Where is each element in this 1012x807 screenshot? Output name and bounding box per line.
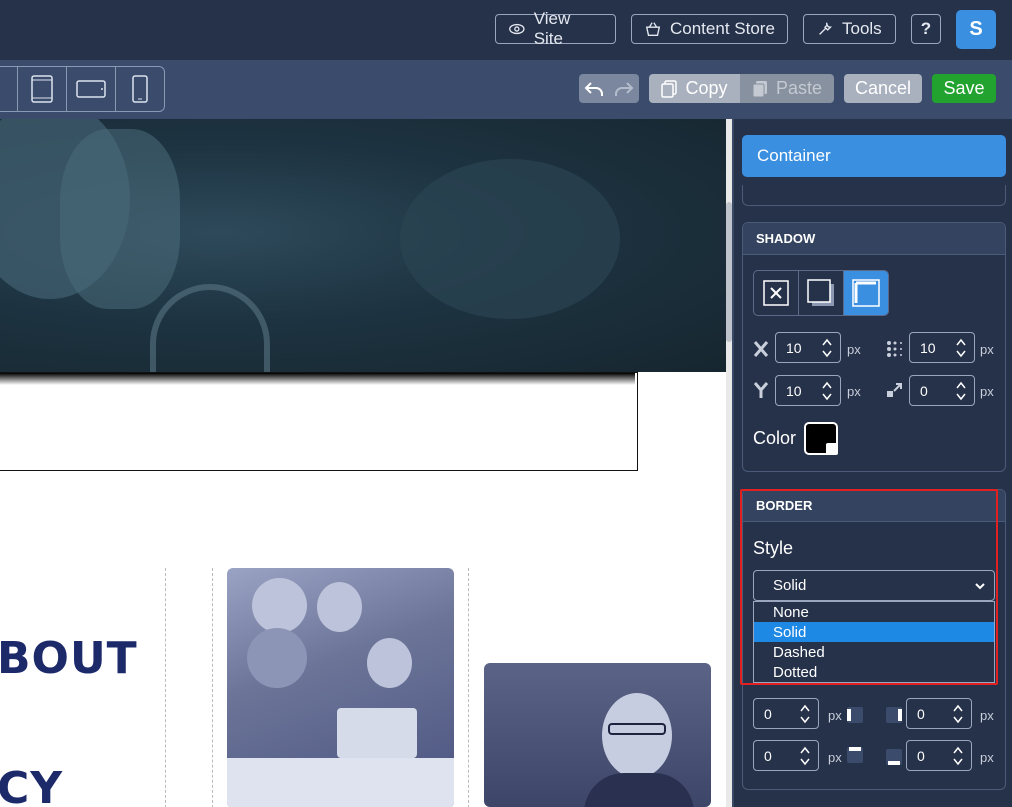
cancel-button[interactable]: Cancel	[844, 74, 922, 103]
undo-redo-group	[579, 74, 639, 103]
tablet-landscape-icon	[76, 80, 106, 98]
paste-button[interactable]: Paste	[740, 74, 834, 103]
copy-button[interactable]: Copy	[649, 74, 740, 103]
border-right-value: 0	[917, 705, 925, 722]
outer-shadow-icon	[807, 279, 834, 306]
section-heading-1[interactable]: BOUT	[0, 633, 138, 684]
team-photo[interactable]	[227, 568, 454, 807]
border-right-icon	[886, 707, 902, 723]
save-label: Save	[943, 78, 985, 98]
device-tablet-landscape[interactable]	[67, 67, 117, 111]
border-left-unit: px	[828, 708, 842, 723]
phone-icon	[132, 75, 148, 103]
caret-icon	[826, 443, 838, 455]
border-bottom-unit: px	[980, 750, 994, 765]
help-button[interactable]: ?	[911, 14, 941, 44]
stepper-icon[interactable]	[953, 704, 963, 724]
save-button[interactable]: Save	[932, 74, 996, 103]
shadow-spread-value: 0	[920, 382, 928, 399]
container-header[interactable]: Container	[742, 135, 1006, 177]
border-right-unit: px	[980, 708, 994, 723]
close-icon	[763, 280, 789, 306]
hero-image[interactable]	[0, 119, 726, 374]
top-bar: View Site Content Store Tools ? S	[0, 0, 1012, 60]
device-desktop[interactable]	[0, 67, 19, 111]
shadow-y-unit: px	[847, 384, 861, 399]
tablet-icon	[31, 75, 54, 103]
shadow-spread-input[interactable]: 0	[909, 375, 975, 406]
device-phone[interactable]	[116, 67, 164, 111]
stepper-icon[interactable]	[822, 381, 832, 401]
stepper-icon[interactable]	[800, 704, 810, 724]
basket-icon	[645, 22, 661, 36]
y-offset-icon	[753, 382, 769, 398]
redo-icon	[615, 81, 634, 96]
section-heading-2[interactable]: CY	[0, 763, 63, 807]
shadow-inner-option[interactable]	[844, 271, 888, 315]
shadow-x-unit: px	[847, 342, 861, 357]
redo-button[interactable]	[609, 74, 639, 103]
border-bottom-input[interactable]: 0	[906, 740, 972, 771]
shadow-none-option[interactable]	[754, 271, 799, 315]
shadow-blur-value: 10	[920, 339, 936, 356]
shadow-outer-option[interactable]	[799, 271, 844, 315]
shadow-x-input[interactable]: 10	[775, 332, 841, 363]
border-top-unit: px	[828, 750, 842, 765]
x-offset-icon	[753, 341, 769, 357]
shadow-blur-input[interactable]: 10	[909, 332, 975, 363]
page-canvas[interactable]: BOUT CY	[0, 119, 726, 807]
copy-icon	[661, 79, 678, 98]
wrench-icon	[819, 22, 833, 35]
help-label: ?	[920, 19, 932, 38]
spread-icon	[887, 383, 902, 397]
shadow-type-group	[753, 270, 889, 316]
highlight-box	[740, 489, 998, 685]
tools-button[interactable]: Tools	[803, 14, 896, 44]
border-left-value: 0	[764, 705, 772, 722]
shadow-color-swatch[interactable]	[804, 422, 838, 455]
device-tablet-portrait[interactable]	[18, 67, 68, 111]
border-left-icon	[847, 707, 863, 723]
border-right-input[interactable]: 0	[906, 698, 972, 729]
view-site-button[interactable]: View Site	[495, 9, 616, 48]
cancel-label: Cancel	[854, 78, 912, 98]
border-bottom-icon	[886, 749, 902, 765]
shadow-spread-unit: px	[980, 384, 994, 399]
view-site-label: View Site	[533, 9, 571, 48]
shadow-y-value: 10	[786, 382, 802, 399]
border-top-icon	[847, 747, 863, 763]
shadow-title: SHADOW	[743, 223, 1005, 255]
shadow-color-label: Color	[753, 428, 797, 448]
avatar[interactable]: S	[956, 10, 996, 49]
device-switcher	[0, 66, 165, 112]
stepper-icon[interactable]	[822, 338, 832, 358]
shadow-blur-unit: px	[980, 342, 994, 357]
border-bottom-value: 0	[917, 747, 925, 764]
paste-label: Paste	[775, 78, 823, 98]
inner-shadow-icon	[852, 279, 880, 307]
tools-label: Tools	[842, 19, 882, 38]
stepper-icon[interactable]	[956, 338, 966, 358]
content-store-button[interactable]: Content Store	[631, 14, 788, 44]
border-top-value: 0	[764, 747, 772, 764]
portrait-photo[interactable]	[484, 663, 711, 807]
shadow-y-input[interactable]: 10	[775, 375, 841, 406]
eye-icon	[509, 23, 525, 35]
stepper-icon[interactable]	[953, 746, 963, 766]
undo-button[interactable]	[579, 74, 609, 103]
content-store-label: Content Store	[670, 19, 775, 38]
shadow-x-value: 10	[786, 339, 802, 356]
selected-container[interactable]	[0, 372, 638, 471]
stepper-icon[interactable]	[800, 746, 810, 766]
stepper-icon[interactable]	[956, 381, 966, 401]
paste-icon	[752, 80, 767, 97]
avatar-initial: S	[969, 18, 983, 40]
undo-icon	[584, 81, 603, 96]
border-top-input[interactable]: 0	[753, 740, 819, 771]
container-title: Container	[757, 146, 831, 165]
border-left-input[interactable]: 0	[753, 698, 819, 729]
copy-label: Copy	[685, 78, 728, 98]
blur-icon	[887, 341, 902, 357]
